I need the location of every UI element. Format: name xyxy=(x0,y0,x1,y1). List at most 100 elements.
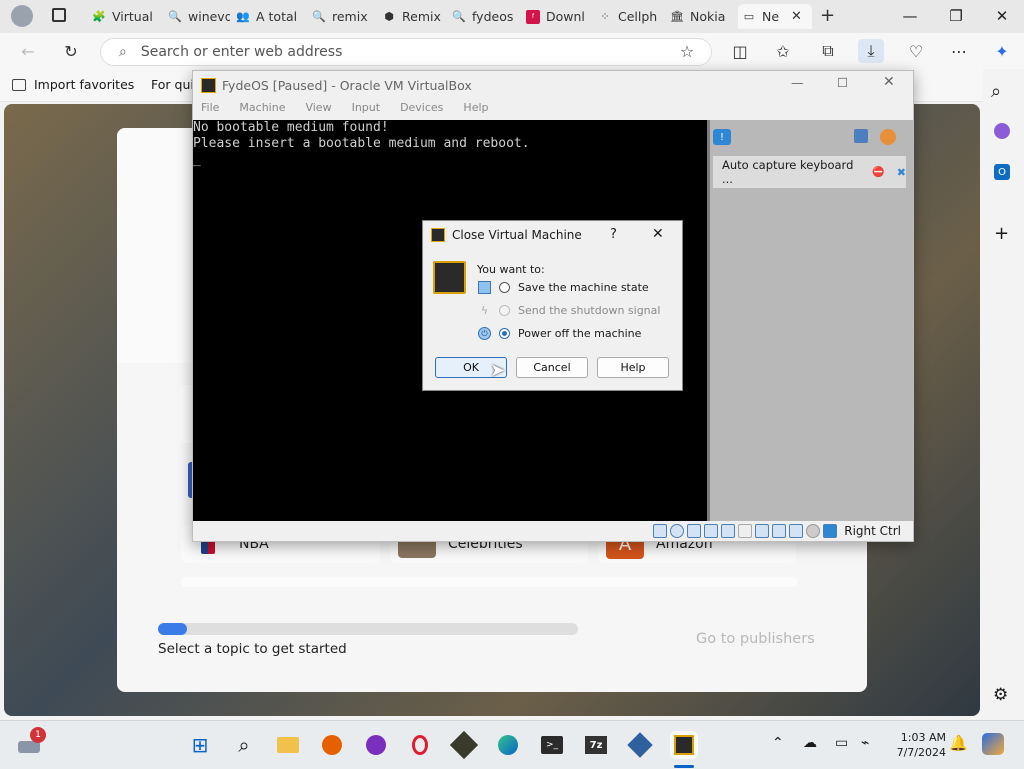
virtualbox-logo-icon xyxy=(201,77,216,93)
shield-app-icon[interactable] xyxy=(449,730,479,760)
vbox-notification-pane: ! Auto capture keyboard ... ⛔ ✖ xyxy=(707,120,913,521)
display-icon[interactable]: ▭ xyxy=(835,735,848,751)
outlook-icon[interactable]: O xyxy=(994,164,1010,180)
more-menu-icon[interactable]: ⋯ xyxy=(946,39,972,63)
menu-file[interactable]: File xyxy=(201,101,219,119)
power-off-radio[interactable] xyxy=(499,328,510,339)
opera-icon[interactable] xyxy=(406,731,434,759)
menu-devices[interactable]: Devices xyxy=(400,101,443,119)
topic-prompt: Select a topic to get started xyxy=(158,641,347,657)
hard-disk-status-icon[interactable] xyxy=(653,524,668,538)
tab-remix-search[interactable]: 🔍 remix xyxy=(312,4,376,29)
search-icon[interactable]: ⌕ xyxy=(230,731,258,759)
tab-winevd[interactable]: 🔍 winevd xyxy=(168,4,230,29)
mouse-integration-status-icon[interactable] xyxy=(806,524,821,538)
start-menu-icon[interactable]: ⊞ xyxy=(186,731,214,759)
dismiss-notice-icon[interactable]: ✖ xyxy=(897,166,906,179)
widgets-icon[interactable]: 1 xyxy=(18,727,46,755)
sidebar-settings-gear-icon[interactable]: ⚙ xyxy=(993,685,1008,705)
tab-virtual[interactable]: 🧩 Virtual xyxy=(92,4,160,29)
close-tab-icon[interactable]: ✕ xyxy=(791,9,802,24)
new-tab-icon: ▭ xyxy=(743,10,755,23)
tab-a-total[interactable]: 👥 A total xyxy=(236,4,304,29)
network-status-icon[interactable] xyxy=(704,524,719,538)
close-window-button[interactable]: ✕ xyxy=(980,2,1024,30)
restore-button[interactable]: ❐ xyxy=(934,2,978,30)
terminal-icon[interactable]: >_ xyxy=(538,731,566,759)
display-status-icon[interactable] xyxy=(755,524,770,538)
virtualbox-taskbar-icon[interactable] xyxy=(626,731,654,759)
recording-status-icon[interactable] xyxy=(772,524,787,538)
vbox-maximize-button[interactable]: ☐ xyxy=(837,75,848,90)
menu-view[interactable]: View xyxy=(305,101,331,119)
help-button[interactable]: Help xyxy=(597,357,669,378)
tab-download[interactable]: f Downl xyxy=(526,4,590,29)
shared-folders-status-icon[interactable] xyxy=(738,524,753,538)
tab-new-tab[interactable]: ▭ Ne ✕ xyxy=(738,4,812,29)
seven-zip-icon[interactable]: 7z xyxy=(582,731,610,759)
tab-fydeos[interactable]: 🔍 fydeos xyxy=(452,4,516,29)
split-screen-icon[interactable]: ◫ xyxy=(727,39,753,63)
favorites-icon[interactable]: ✩ xyxy=(770,39,796,63)
dialog-close-button[interactable]: ✕ xyxy=(652,226,664,242)
downloads-icon[interactable]: ⤓ xyxy=(858,39,884,63)
edge-icon[interactable] xyxy=(494,731,522,759)
copilot-icon[interactable]: ✦ xyxy=(989,39,1015,63)
notification-count-badge: 1 xyxy=(30,727,46,743)
dialog-title: Close Virtual Machine xyxy=(452,228,582,242)
audio-status-icon[interactable] xyxy=(687,524,702,538)
vbox-titlebar: FydeOS [Paused] - Oracle VM VirtualBox —… xyxy=(193,71,913,99)
tab-nokia[interactable]: 🏛 Nokia xyxy=(670,4,732,29)
browser-essentials-icon[interactable]: ♡ xyxy=(903,39,929,63)
notification-center-icon[interactable] xyxy=(854,129,868,143)
back-icon[interactable]: ← xyxy=(15,39,41,63)
dont-show-again-icon[interactable]: ⛔ xyxy=(872,167,884,178)
notification-bell-icon[interactable]: 🔔 xyxy=(949,734,968,752)
menu-input[interactable]: Input xyxy=(352,101,380,119)
option-power-off[interactable]: ⏻ Power off the machine xyxy=(478,327,641,340)
option-save-state[interactable]: Save the machine state xyxy=(478,281,649,294)
cancel-button[interactable]: Cancel xyxy=(516,357,588,378)
notification-badge-icon[interactable] xyxy=(880,129,896,145)
keyboard-capture-status-icon[interactable] xyxy=(823,524,838,538)
optical-drive-status-icon[interactable] xyxy=(670,524,685,538)
power-icon: ⏻ xyxy=(478,327,491,340)
network-status-icon[interactable]: ⌁ xyxy=(861,735,869,751)
file-explorer-icon[interactable] xyxy=(274,731,302,759)
new-tab-button[interactable]: + xyxy=(820,5,835,26)
favorite-star-icon[interactable]: ☆ xyxy=(674,39,700,63)
system-clock[interactable]: 1:03 AM 7/7/2024 xyxy=(886,730,946,760)
firefox-icon[interactable] xyxy=(318,731,346,759)
copilot-pre-icon[interactable] xyxy=(982,733,1004,755)
vbox-close-button[interactable]: ✕ xyxy=(883,74,895,90)
show-hidden-icons-chevron[interactable]: ⌃ xyxy=(772,735,784,751)
tab-cellphone[interactable]: ⁘ Cellph xyxy=(598,4,660,29)
import-favorites-link[interactable]: Import favorites xyxy=(12,77,134,92)
purple-app-icon[interactable] xyxy=(362,731,390,759)
search-icon: 🔍 xyxy=(312,10,326,23)
fydeos-vm-taskbar-icon[interactable] xyxy=(670,731,698,759)
save-state-radio[interactable] xyxy=(499,282,510,293)
copilot-sidebar-icon[interactable] xyxy=(994,123,1010,139)
refresh-icon[interactable]: ↻ xyxy=(58,39,84,63)
people-icon: 👥 xyxy=(236,10,250,23)
minimize-button[interactable]: — xyxy=(888,2,932,30)
collections-icon[interactable]: ⧉ xyxy=(815,39,841,63)
menu-machine[interactable]: Machine xyxy=(239,101,285,119)
onedrive-cloud-icon[interactable]: ☁ xyxy=(803,735,817,751)
search-icon[interactable]: ⌕ xyxy=(991,81,1001,102)
vbox-minimize-button[interactable]: — xyxy=(791,75,804,90)
host-key-label: Right Ctrl xyxy=(844,524,901,538)
address-bar[interactable]: ⌕ Search or enter web address xyxy=(100,38,712,66)
notification-icon: ! xyxy=(713,129,731,145)
vbox-menubar: File Machine View Input Devices Help xyxy=(193,101,913,119)
dialog-help-button[interactable]: ? xyxy=(610,227,617,242)
tab-remix[interactable]: ⬢ Remix xyxy=(382,4,444,29)
go-to-publishers-link[interactable]: Go to publishers xyxy=(696,631,815,647)
cpu-status-icon[interactable] xyxy=(789,524,804,538)
menu-help[interactable]: Help xyxy=(463,101,488,119)
usb-status-icon[interactable] xyxy=(721,524,736,538)
profile-avatar[interactable] xyxy=(11,5,33,27)
tab-actions-icon[interactable] xyxy=(52,8,66,22)
add-sidebar-app-icon[interactable]: + xyxy=(994,223,1009,244)
